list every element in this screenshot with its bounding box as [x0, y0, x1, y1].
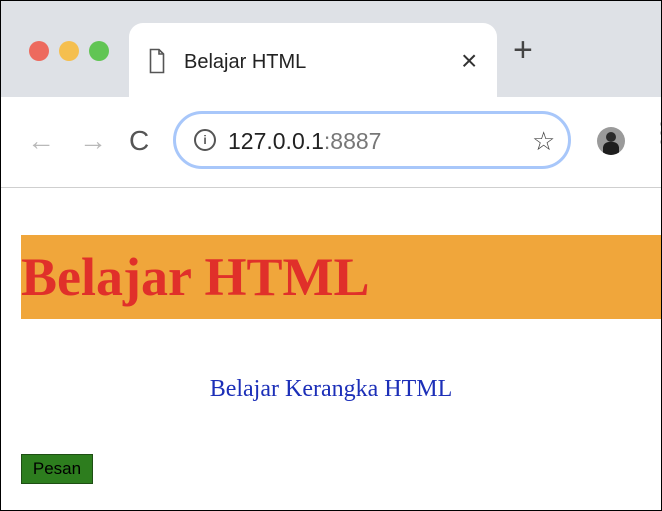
tab-strip: Belajar HTML × +: [1, 1, 661, 99]
page-content: Belajar HTML Belajar Kerangka HTML Pesan: [1, 188, 661, 510]
page-title: Belajar HTML: [21, 247, 370, 307]
plus-icon[interactable]: +: [513, 33, 533, 67]
tab-title: Belajar HTML: [184, 51, 307, 73]
browser-window: Belajar HTML × + ← → C i 127.0.0.1:8887 …: [0, 0, 662, 511]
avatar[interactable]: [597, 127, 625, 155]
browser-toolbar: ← → C i 127.0.0.1:8887 ☆ ⋮: [1, 97, 661, 188]
kebab-menu-icon[interactable]: ⋮: [649, 119, 661, 145]
info-icon[interactable]: i: [194, 129, 216, 151]
back-arrow-icon[interactable]: ←: [27, 127, 55, 155]
window-zoom-light[interactable]: [89, 41, 109, 61]
url-text[interactable]: 127.0.0.1:8887: [228, 128, 381, 155]
page-subtitle: Belajar Kerangka HTML: [209, 376, 453, 402]
address-bar[interactable]: i 127.0.0.1:8887 ☆: [173, 111, 571, 169]
url-port: :8887: [323, 128, 382, 154]
heading-banner: Belajar HTML: [21, 235, 661, 319]
window-minimize-light[interactable]: [59, 41, 79, 61]
forward-arrow-icon[interactable]: →: [79, 127, 107, 155]
close-icon[interactable]: ×: [461, 45, 477, 77]
avatar-body: [603, 142, 619, 155]
star-icon[interactable]: ☆: [532, 126, 555, 157]
reload-icon[interactable]: C: [129, 127, 149, 155]
pesan-button[interactable]: Pesan: [21, 454, 93, 484]
tab-active[interactable]: Belajar HTML ×: [129, 23, 497, 99]
url-host: 127.0.0.1: [228, 128, 324, 154]
window-close-light[interactable]: [29, 41, 49, 61]
avatar-head: [606, 132, 616, 142]
document-icon: [149, 48, 165, 74]
